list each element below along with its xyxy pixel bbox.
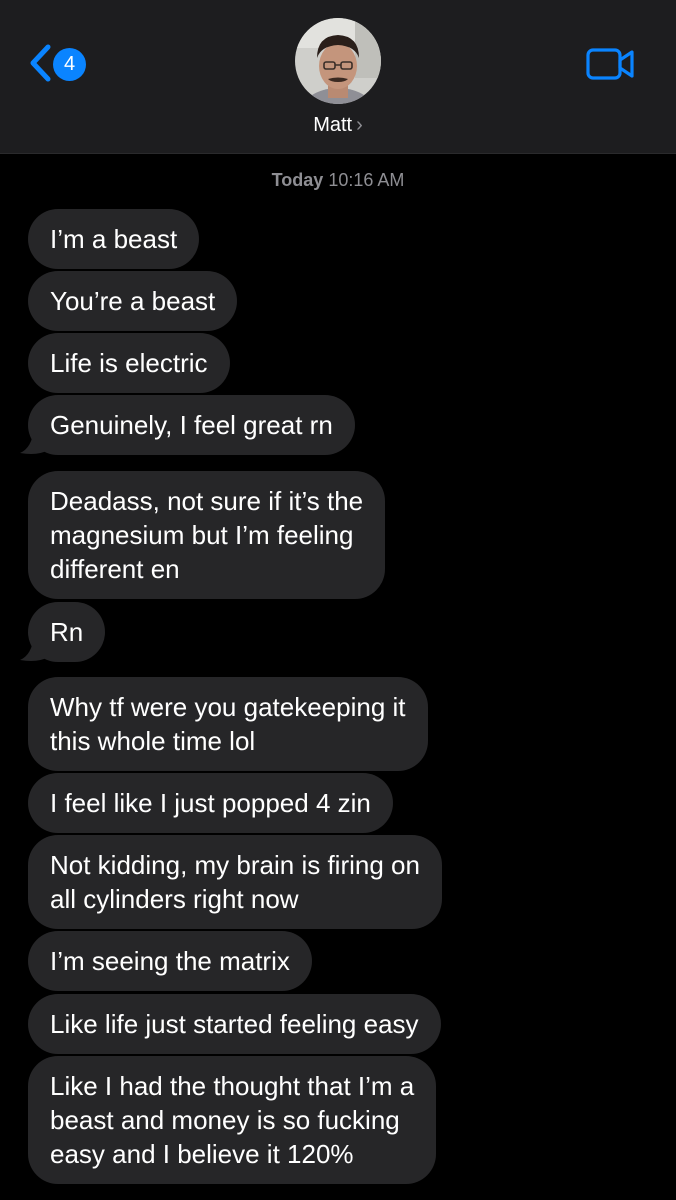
message-bubble[interactable]: I’m seeing the matrix [28,931,312,991]
message-bubble[interactable]: Deadass, not sure if it’s the magnesium … [28,471,386,599]
unread-count-badge: 4 [53,48,86,81]
timestamp-day: Today [271,170,324,190]
video-camera-icon [586,48,634,80]
message-bubble[interactable]: Life is electric [28,333,230,393]
message-bubble[interactable]: I’m a beast [28,209,200,269]
facetime-video-button[interactable] [585,44,639,84]
avatar[interactable] [295,18,381,104]
message-bubble[interactable]: Like I had the thought that I’m a beast … [28,1056,437,1184]
bubble-tail [20,428,48,454]
conversation-header: 4 Matt › [0,0,676,154]
message-timestamp: Today 10:16 AM [0,170,676,191]
back-button[interactable]: 4 [22,38,102,90]
message-bubble[interactable]: You’re a beast [28,271,238,331]
message-bubble[interactable]: Genuinely, I feel great rn [28,395,355,455]
contact-name-button[interactable]: Matt › [0,114,676,137]
contact-photo [295,18,381,104]
timestamp-time: 10:16 AM [328,170,405,190]
message-bubble[interactable]: I feel like I just popped 4 zin [28,773,393,833]
chevron-left-icon [30,44,51,82]
contact-name: Matt [313,114,353,136]
message-bubble[interactable]: Like life just started feeling easy [28,994,441,1054]
chevron-right-icon: › [356,114,363,136]
bubble-tail [20,635,48,661]
message-bubble[interactable]: Why tf were you gatekeeping it this whol… [28,677,428,771]
message-bubble[interactable]: Not kidding, my brain is firing on all c… [28,835,442,929]
